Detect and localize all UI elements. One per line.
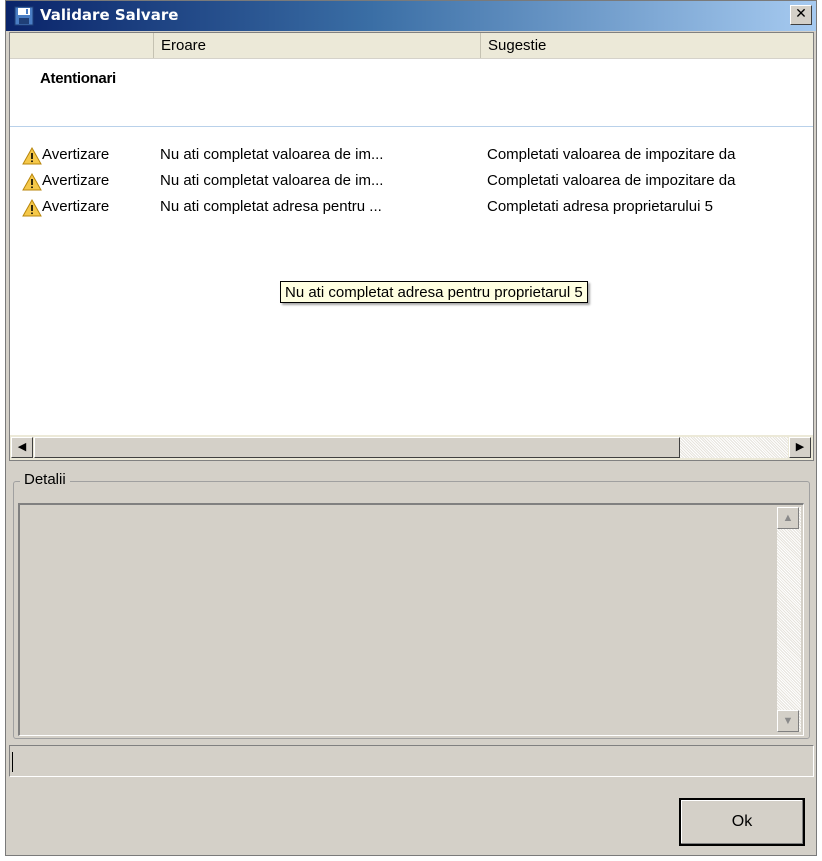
validation-dialog: Validare Salvare ✕ Eroare Sugestie Atent… <box>5 0 817 856</box>
arrow-right-icon: ▶ <box>795 441 805 453</box>
row-error: Nu ati completat adresa pentru ... <box>160 198 382 215</box>
row-type: Avertizare <box>42 146 110 163</box>
window-title: Validare Salvare <box>40 6 179 24</box>
arrow-up-icon: ▲ <box>782 512 794 524</box>
list-item[interactable]: Avertizare Nu ati completat valoarea de … <box>10 172 813 196</box>
row-suggestion: Completati valoarea de impozitare da <box>487 146 736 163</box>
save-icon <box>14 6 34 26</box>
column-headers: Eroare Sugestie <box>10 33 813 59</box>
horizontal-scrollbar[interactable]: ◀ ▶ <box>10 435 813 460</box>
warning-icon <box>22 147 42 165</box>
scroll-up-button[interactable]: ▲ <box>777 507 799 529</box>
row-error: Nu ati completat valoarea de im... <box>160 172 384 189</box>
row-suggestion: Completati valoarea de impozitare da <box>487 172 736 189</box>
vertical-scrollbar[interactable]: ▲ ▼ <box>777 507 801 732</box>
scroll-track[interactable] <box>680 437 788 458</box>
status-field[interactable] <box>9 745 814 777</box>
title-bar[interactable]: Validare Salvare ✕ <box>6 1 816 31</box>
warning-icon <box>22 173 42 191</box>
warning-icon <box>22 199 42 217</box>
list-item[interactable]: Avertizare Nu ati completat adresa pentr… <box>10 198 813 222</box>
close-button[interactable]: ✕ <box>790 5 812 25</box>
list-item[interactable]: Avertizare Nu ati completat valoarea de … <box>10 146 813 170</box>
close-icon: ✕ <box>795 6 807 22</box>
group-header-atentionari[interactable]: Atentionari <box>40 70 116 87</box>
text-caret <box>12 752 13 772</box>
group-divider <box>10 126 813 127</box>
details-label: Detalii <box>20 471 70 488</box>
arrow-left-icon: ◀ <box>17 441 27 453</box>
row-type: Avertizare <box>42 172 110 189</box>
column-header-suggestion[interactable]: Sugestie <box>481 33 813 58</box>
arrow-down-icon: ▼ <box>782 715 794 727</box>
scroll-down-button[interactable]: ▼ <box>777 710 799 732</box>
scroll-left-button[interactable]: ◀ <box>11 437 33 458</box>
scroll-thumb[interactable] <box>34 437 680 458</box>
details-textarea[interactable]: ▲ ▼ <box>18 503 804 736</box>
column-header-type[interactable] <box>10 33 154 58</box>
tooltip: Nu ati completat adresa pentru proprieta… <box>280 281 588 303</box>
row-type: Avertizare <box>42 198 110 215</box>
ok-button[interactable]: Ok <box>679 798 805 846</box>
validation-list[interactable]: Eroare Sugestie Atentionari Avertizare N… <box>9 32 814 461</box>
row-suggestion: Completati adresa proprietarului 5 <box>487 198 713 215</box>
row-error: Nu ati completat valoarea de im... <box>160 146 384 163</box>
column-header-error[interactable]: Eroare <box>154 33 481 58</box>
scroll-right-button[interactable]: ▶ <box>789 437 811 458</box>
